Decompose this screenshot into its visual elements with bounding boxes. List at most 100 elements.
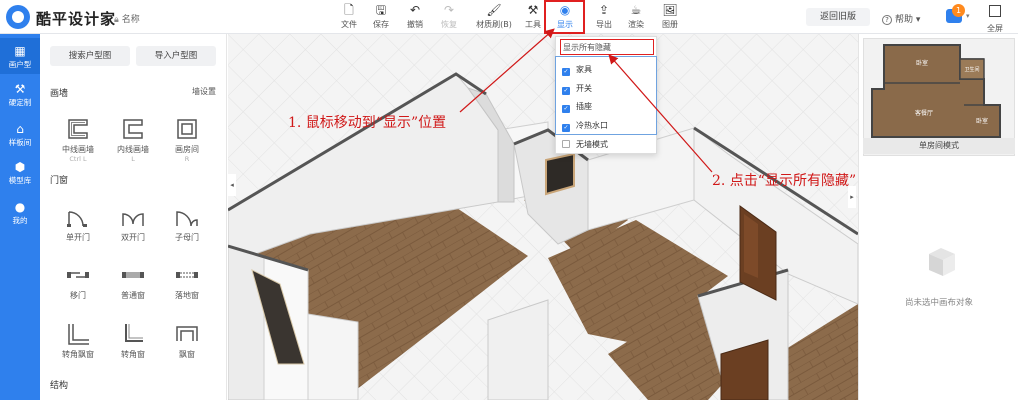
top-toolbar: 酷平设计家 🔒︎ 名称 🗋︎ 文件 🖫︎ 保存 ↶ 撤销 ↷ 恢复 🖌︎ 材质刷(…: [0, 0, 1018, 34]
brand-name: 酷平设计家: [36, 10, 117, 28]
mother-child-door-tool[interactable]: 子母门: [162, 204, 212, 243]
empty-selection-icon: [929, 248, 955, 276]
save-button[interactable]: 🖫︎ 保存: [363, 2, 399, 32]
album-button[interactable]: 🖼︎ 图册: [652, 2, 688, 32]
tool-label: 转角窗: [121, 350, 145, 359]
window-icon: [122, 272, 144, 278]
mother-child-door-icon: [176, 211, 198, 227]
tool-label: 飘窗: [179, 350, 195, 359]
option-label: 开关: [576, 84, 592, 93]
nav-label: 我的: [12, 216, 28, 225]
minimap-room-label: 客餐厅: [915, 109, 933, 117]
tool-label: 画房间: [175, 145, 199, 154]
undo-label: 撤销: [407, 20, 423, 29]
file-icon: 🗋︎: [344, 3, 354, 17]
corner-bay-window-tool[interactable]: 转角飘窗: [53, 321, 103, 360]
collapse-left-panel-button[interactable]: ◂: [228, 174, 236, 196]
custom-icon: ⚒︎: [14, 82, 26, 96]
french-window-tool[interactable]: 落地窗: [162, 262, 212, 301]
checkbox-checked-icon[interactable]: ✓: [562, 124, 570, 132]
fullscreen-icon: [989, 5, 1001, 17]
nav-label: 样板间: [8, 138, 32, 147]
bay-window-icon: [176, 326, 198, 341]
nav-item-showroom[interactable]: ⌂ 样板间: [0, 122, 40, 148]
wall-front-left: [228, 245, 265, 400]
sliding-door-icon: [67, 272, 89, 278]
tool-label: 转角飘窗: [62, 350, 94, 359]
normal-window-tool[interactable]: 普通窗: [108, 262, 158, 301]
show-all-hidden-item[interactable]: 显示所有隐藏: [560, 39, 654, 55]
tool-shortcut: R: [184, 155, 190, 163]
property-panel: 卧室 卫生间 客餐厅 卧室 单房间模式 尚未选中画布对象: [858, 34, 1018, 400]
import-floorplan-button[interactable]: 导入户型图: [136, 46, 216, 66]
user-icon: ●: [14, 200, 26, 214]
checkbox-checked-icon[interactable]: ✓: [562, 87, 570, 95]
innerline-wall-tool[interactable]: 内线画墙 L: [108, 116, 158, 163]
nav-item-mine[interactable]: ● 我的: [0, 200, 40, 226]
display-dropdown-menu: 显示所有隐藏 ✓ 家具 ✓ 开关 ✓ 插座 ✓ 冷热水口 无墙模式: [555, 36, 657, 154]
redo-button[interactable]: ↷ 恢复: [431, 2, 467, 32]
display-option-socket[interactable]: ✓ 插座: [562, 100, 592, 114]
render-button[interactable]: ☕︎ 渲染: [618, 2, 654, 32]
redo-icon: ↷: [443, 3, 455, 17]
save-label: 保存: [373, 20, 389, 29]
render-icon: ☕︎: [630, 3, 642, 17]
sliding-door-tool[interactable]: 移门: [53, 262, 103, 301]
tool-shortcut: Ctrl L: [69, 155, 87, 163]
window[interactable]: [545, 152, 575, 196]
file-button[interactable]: 🗋︎ 文件: [331, 2, 367, 32]
component-panel: 搜索户型图 导入户型图 画墙 墙设置 中线画墙 Ctrl L 内线画墙 L 画房…: [40, 34, 227, 400]
nav-item-floorplan[interactable]: ▦ 画户型: [0, 38, 40, 74]
centerline-wall-tool[interactable]: 中线画墙 Ctrl L: [53, 116, 103, 163]
chevron-down-icon[interactable]: ▾: [966, 12, 970, 20]
design-canvas[interactable]: ◂ ▸: [228, 34, 858, 400]
wall-settings-link[interactable]: 墙设置: [192, 86, 216, 97]
nav-item-model-library[interactable]: ⬢ 模型库: [0, 160, 40, 186]
brush-icon: 🖌︎: [486, 3, 502, 17]
lock-icon: 🔒︎: [114, 15, 119, 25]
checkbox-checked-icon[interactable]: ✓: [562, 105, 570, 113]
project-name[interactable]: 🔒︎ 名称: [114, 12, 140, 25]
draw-room-tool[interactable]: 画房间 R: [162, 116, 212, 163]
tool-label: 双开门: [121, 233, 145, 242]
help-menu[interactable]: ? 帮助 ▾: [882, 12, 920, 25]
save-icon: 🖫︎: [375, 3, 387, 17]
export-button[interactable]: ⇪ 导出: [586, 2, 622, 32]
nav-label: 画户型: [8, 60, 32, 69]
material-brush-button[interactable]: 🖌︎ 材质刷(B): [474, 2, 514, 32]
nav-label: 硬定制: [8, 98, 32, 107]
wall-front-mid: [307, 313, 359, 400]
tool-shortcut: L: [131, 155, 135, 163]
room-3d-view[interactable]: [228, 34, 858, 400]
left-nav: ▦ 画户型 ⚒︎ 硬定制 ⌂ 样板间 ⬢ 模型库 ● 我的: [0, 34, 40, 400]
double-door-icon: [122, 213, 144, 226]
double-door-tool[interactable]: 双开门: [108, 204, 158, 243]
undo-button[interactable]: ↶ 撤销: [397, 2, 433, 32]
annotation-step-2: 2. 点击“显示所有隐藏”: [712, 173, 857, 189]
corner-window-icon: [125, 324, 143, 342]
corner-bay-window-icon: [68, 324, 89, 345]
house-icon: ⌂: [16, 122, 24, 136]
display-option-switch[interactable]: ✓ 开关: [562, 82, 592, 96]
old-version-button[interactable]: 返回旧版: [806, 8, 870, 26]
nav-item-custom[interactable]: ⚒︎ 硬定制: [0, 82, 40, 108]
tool-label: 中线画墙: [62, 145, 94, 154]
checkbox-unchecked-icon[interactable]: [562, 140, 570, 148]
minimap-room-label: 卧室: [976, 117, 988, 125]
fullscreen-button[interactable]: 全屏: [980, 2, 1010, 34]
display-option-no-wall[interactable]: 无墙模式: [562, 138, 608, 152]
search-floorplan-button[interactable]: 搜索户型图: [50, 46, 130, 66]
tool-label: 单开门: [66, 233, 90, 242]
material-brush-label: 材质刷(B): [476, 20, 512, 29]
single-room-mode-button[interactable]: 单房间模式: [863, 138, 1015, 154]
checkbox-checked-icon[interactable]: ✓: [562, 68, 570, 76]
minimap-plan: 卧室 卫生间 客餐厅 卧室: [871, 44, 1001, 138]
redo-label: 恢复: [441, 20, 457, 29]
corner-window-tool[interactable]: 转角窗: [108, 321, 158, 360]
display-option-water-outlet[interactable]: ✓ 冷热水口: [562, 119, 608, 133]
floorplan-icon: ▦: [14, 44, 26, 58]
bay-window-tool[interactable]: 飘窗: [162, 321, 212, 360]
option-label: 家具: [576, 65, 592, 74]
display-option-furniture[interactable]: ✓ 家具: [562, 63, 592, 77]
single-door-tool[interactable]: 单开门: [53, 204, 103, 243]
